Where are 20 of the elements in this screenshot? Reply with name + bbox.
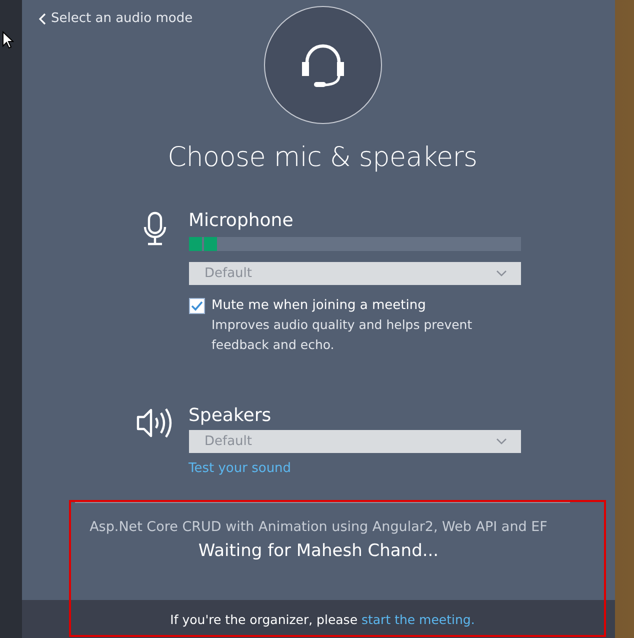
organizer-message: If you're the organizer, please start the meeting.: [170, 612, 475, 626]
meeting-name: Asp.Net Core CRUD with Animation using Angular2, Web API and EF: [90, 519, 548, 535]
chevron-down-icon: [496, 438, 506, 445]
mouse-pointer-icon: [2, 31, 14, 49]
speaker-icon: [136, 406, 174, 440]
chevron-down-icon: [496, 270, 506, 277]
test-sound-link[interactable]: Test your sound: [188, 461, 520, 476]
device-label: Microphone: [188, 209, 294, 233]
start-meeting-link[interactable]: start the meeting.: [361, 612, 475, 626]
device-dropdown[interactable]: Default: [188, 430, 520, 453]
back-link[interactable]: Select an audio mode: [39, 11, 193, 26]
chevron-left-icon: [39, 12, 46, 24]
device-label: Speakers: [188, 404, 272, 428]
checkbox-label: Mute me when joining a meeting: [212, 297, 427, 315]
microphone-icon: [142, 211, 166, 247]
waiting-status: Waiting for Mahesh Chand...: [198, 541, 439, 561]
dialog-title: Choose mic & speakers: [168, 142, 478, 173]
device-dropdown[interactable]: Default: [188, 262, 520, 285]
checkbox[interactable]: [188, 298, 204, 314]
hint-text: Improves audio quality and helps prevent feedback and echo.: [210, 316, 474, 354]
